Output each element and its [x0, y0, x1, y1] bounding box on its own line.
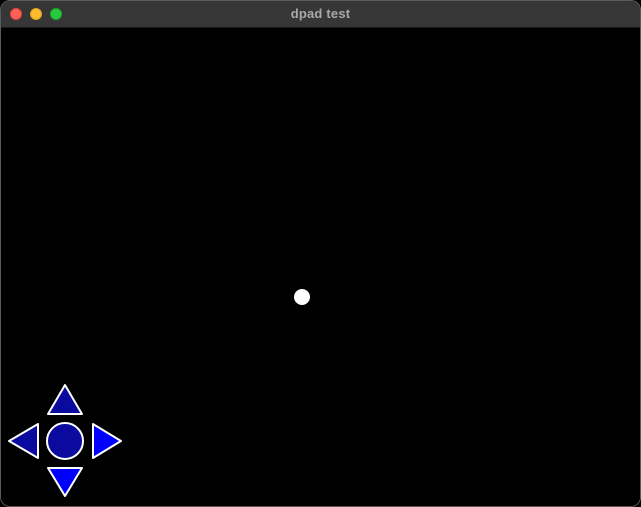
dpad-right-button[interactable] — [92, 423, 122, 459]
dpad-down-button[interactable] — [47, 467, 83, 497]
dpad — [8, 384, 122, 497]
dpad-center-button[interactable] — [46, 422, 84, 460]
title-bar[interactable]: dpad test — [1, 1, 640, 28]
dpad-left-button[interactable] — [8, 423, 39, 459]
app-window: dpad test — [0, 0, 641, 507]
window-title: dpad test — [290, 6, 351, 21]
ball — [294, 289, 310, 305]
game-canvas[interactable] — [1, 28, 640, 506]
dpad-up-button[interactable] — [47, 384, 83, 415]
